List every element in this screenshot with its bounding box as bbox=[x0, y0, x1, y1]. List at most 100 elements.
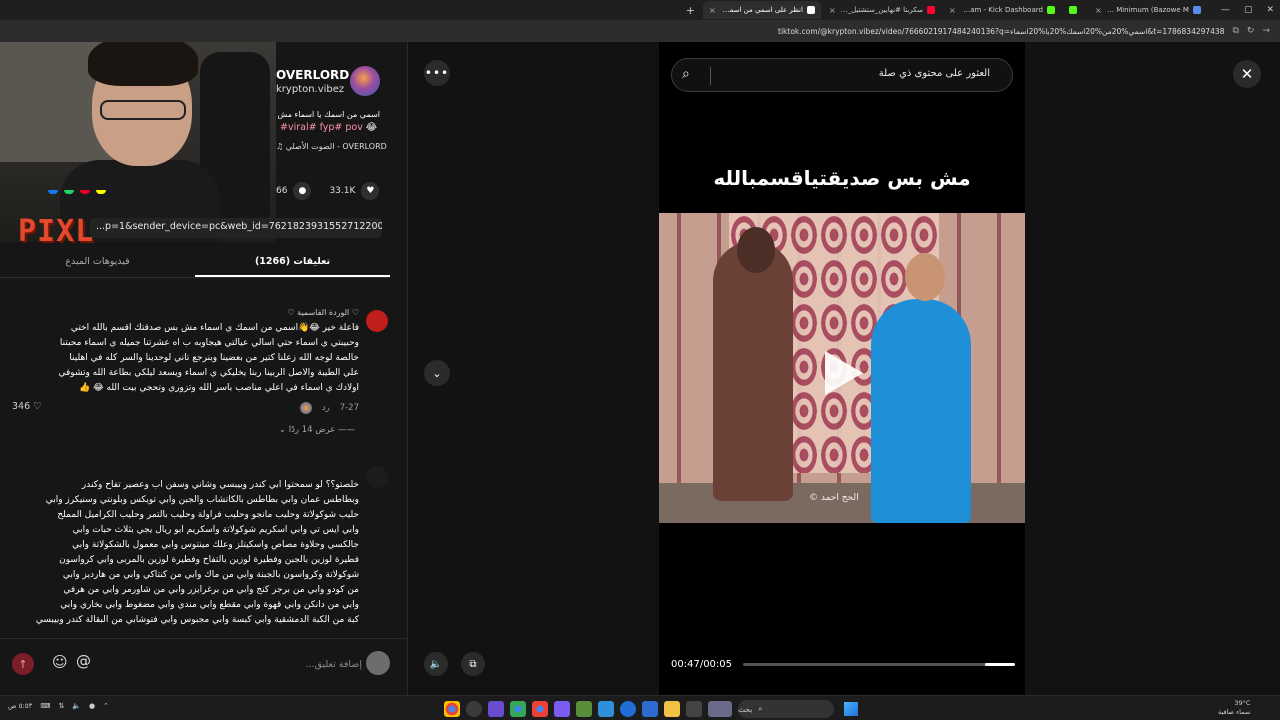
close-tab-icon[interactable]: × bbox=[709, 6, 716, 15]
play-icon[interactable] bbox=[825, 351, 863, 395]
share-link-box[interactable]: ...p=1&sender_device=pc&web_id=762182393… bbox=[90, 218, 382, 238]
comment-likes[interactable]: 346 ♡ bbox=[12, 401, 42, 412]
close-tab-icon[interactable]: × bbox=[949, 6, 956, 15]
picture-in-picture-button[interactable]: ⧉ bbox=[461, 652, 485, 676]
clock[interactable]: ٥:٥٣ ص bbox=[8, 702, 32, 710]
whatsapp-icon[interactable] bbox=[64, 190, 74, 194]
window-controls: — ▢ ✕ bbox=[1221, 5, 1274, 15]
browser-tabbar: + × انظر على اسمي من اسمك يا اسـ... × سك… bbox=[0, 0, 1280, 20]
maximize-icon[interactable]: ▢ bbox=[1244, 5, 1253, 15]
speaker-icon[interactable]: 🔈 bbox=[72, 702, 81, 710]
chevron-up-icon[interactable]: ⌃ bbox=[103, 702, 109, 710]
chrome-icon[interactable] bbox=[532, 701, 548, 717]
minimize-icon[interactable]: — bbox=[1221, 5, 1230, 15]
new-tab-icon[interactable]: + bbox=[686, 4, 695, 17]
twitch-favicon-icon bbox=[1192, 6, 1201, 14]
youtube-favicon-icon bbox=[926, 6, 935, 14]
close-video-button[interactable]: ✕ bbox=[1233, 60, 1261, 88]
commenter-avatar[interactable] bbox=[366, 466, 388, 488]
creator-name[interactable]: OVERLORD bbox=[276, 68, 349, 82]
more-options-button[interactable]: ••• bbox=[424, 60, 450, 86]
task-view-icon[interactable] bbox=[686, 701, 702, 717]
browser-tab[interactable]: × سكربتا #نهايين_ستشتيل_الكريو... bbox=[823, 1, 941, 19]
microphone-icon[interactable]: ● bbox=[89, 702, 95, 710]
close-icon: ✕ bbox=[1240, 65, 1254, 83]
video-caption: مش بس صديقتياقسمبالله bbox=[713, 166, 971, 190]
comment-input[interactable] bbox=[100, 652, 362, 676]
comment-meta: 7-27 رد bbox=[19, 402, 359, 414]
widget-icon[interactable] bbox=[708, 701, 732, 717]
tab-creator-videos[interactable]: فيديوهات المبدع bbox=[0, 248, 195, 277]
video-description: اسمي من اسمك يا اسماء مش بس bbox=[276, 110, 380, 119]
pinterest-icon[interactable] bbox=[80, 190, 90, 194]
edge-icon[interactable] bbox=[620, 701, 636, 717]
like-count: 33.1K bbox=[329, 186, 356, 196]
search-icon[interactable]: ⌕ bbox=[682, 66, 690, 82]
language-icon[interactable]: ⌨ bbox=[40, 702, 50, 710]
browser-tab[interactable] bbox=[1063, 1, 1087, 19]
video-player[interactable]: ⌕ العثور على محتوى ذي صلة مش بس صديقتياق… bbox=[659, 42, 1025, 695]
browser-tab[interactable]: × Bazowy Minimum (Bazowe M... bbox=[1089, 1, 1207, 19]
browser-tab[interactable]: × Stream - Kick Dashboard bbox=[943, 1, 1061, 19]
webcam-overlay bbox=[0, 42, 276, 242]
obs-icon[interactable] bbox=[466, 701, 482, 717]
comment-author[interactable]: ♡ الوردة القاسمية ♡ bbox=[19, 308, 359, 317]
snapchat-icon[interactable] bbox=[96, 190, 106, 194]
video-progress-fill bbox=[985, 663, 1015, 666]
comment-icon[interactable]: ● bbox=[293, 182, 312, 200]
chrome-icon[interactable] bbox=[444, 701, 460, 717]
heart-icon[interactable]: ♥ bbox=[361, 182, 380, 200]
chrome-icon[interactable] bbox=[510, 701, 526, 717]
pip-icon: ⧉ bbox=[469, 658, 477, 670]
tiktok-favicon-icon bbox=[806, 6, 815, 14]
taskbar-apps: ⌕ بحث bbox=[444, 700, 858, 718]
search-icon: ⌕ bbox=[758, 704, 763, 713]
minecraft-icon[interactable] bbox=[576, 701, 592, 717]
emoji-icon[interactable]: ☺ bbox=[52, 653, 68, 671]
browser-tab-active[interactable]: × انظر على اسمي من اسمك يا اسـ... bbox=[702, 1, 821, 19]
creator-handle[interactable]: krypton.vibez bbox=[276, 84, 344, 95]
comment-item: خلصتو؟؟ لو سمحتوا ابي كندر وبيبسي وشاني … bbox=[19, 478, 359, 628]
kick-favicon-icon bbox=[1046, 6, 1055, 14]
game-icon[interactable] bbox=[554, 701, 570, 717]
store-icon[interactable] bbox=[642, 701, 658, 717]
commenter-avatar[interactable] bbox=[366, 310, 388, 332]
send-comment-button[interactable]: ↑ bbox=[12, 653, 34, 675]
url-text: tiktok.com/@krypton.vibez/video/76660219… bbox=[778, 26, 1225, 36]
next-video-button[interactable]: ⌄ bbox=[424, 360, 450, 386]
volume-button[interactable]: 🔈 bbox=[424, 652, 448, 676]
video-frame[interactable]: الحج احمد © bbox=[659, 213, 1025, 523]
video-hashtags[interactable]: #viral# fyp# pov 😂 bbox=[280, 122, 377, 133]
address-bar[interactable]: tiktok.com/@krypton.vibez/video/76660219… bbox=[0, 20, 1280, 42]
folder-icon[interactable] bbox=[664, 701, 680, 717]
window-close-icon[interactable]: ✕ bbox=[1266, 5, 1274, 15]
pixl-logo: PIXL bbox=[18, 214, 95, 249]
kick-favicon-icon bbox=[1068, 6, 1077, 14]
weather-widget[interactable]: 39°C سماء صافية bbox=[1218, 699, 1250, 717]
creator-avatar[interactable] bbox=[350, 66, 380, 96]
sound-name[interactable]: ♫ الصوت الأصلي - OVERLORD bbox=[276, 142, 387, 151]
video-progress-bar[interactable] bbox=[743, 663, 1015, 666]
close-tab-icon[interactable]: × bbox=[1095, 6, 1102, 15]
arrow-right-icon[interactable]: → bbox=[1262, 26, 1270, 36]
mail-icon[interactable] bbox=[598, 701, 614, 717]
related-search-bar[interactable]: ⌕ العثور على محتوى ذي صلة bbox=[671, 58, 1013, 92]
facebook-icon[interactable] bbox=[48, 190, 58, 194]
extensions-icon[interactable]: ⧉ bbox=[1232, 26, 1238, 36]
reply-button[interactable]: رد bbox=[322, 403, 330, 413]
app-icon[interactable] bbox=[488, 701, 504, 717]
mention-icon[interactable]: @ bbox=[76, 652, 91, 670]
laughing-emoji-icon: 😂 bbox=[365, 122, 377, 133]
view-replies-button[interactable]: —— عرض 14 ردًا ⌄ bbox=[279, 425, 355, 435]
chevron-down-icon: ⌄ bbox=[278, 425, 287, 435]
taskbar-search[interactable]: ⌕ بحث bbox=[738, 700, 834, 718]
user-avatar[interactable] bbox=[366, 651, 390, 675]
windows-start-icon[interactable] bbox=[844, 702, 858, 716]
heart-outline-icon[interactable]: ♡ bbox=[33, 401, 42, 412]
reload-icon[interactable]: ↻ bbox=[1247, 26, 1255, 36]
close-tab-icon[interactable]: × bbox=[829, 6, 836, 15]
network-icon[interactable]: ⇅ bbox=[58, 702, 64, 710]
music-note-icon: ♫ bbox=[276, 142, 284, 151]
screen: + × انظر على اسمي من اسمك يا اسـ... × سك… bbox=[0, 0, 1280, 720]
tab-comments[interactable]: تعليقات (1266) bbox=[195, 248, 390, 277]
